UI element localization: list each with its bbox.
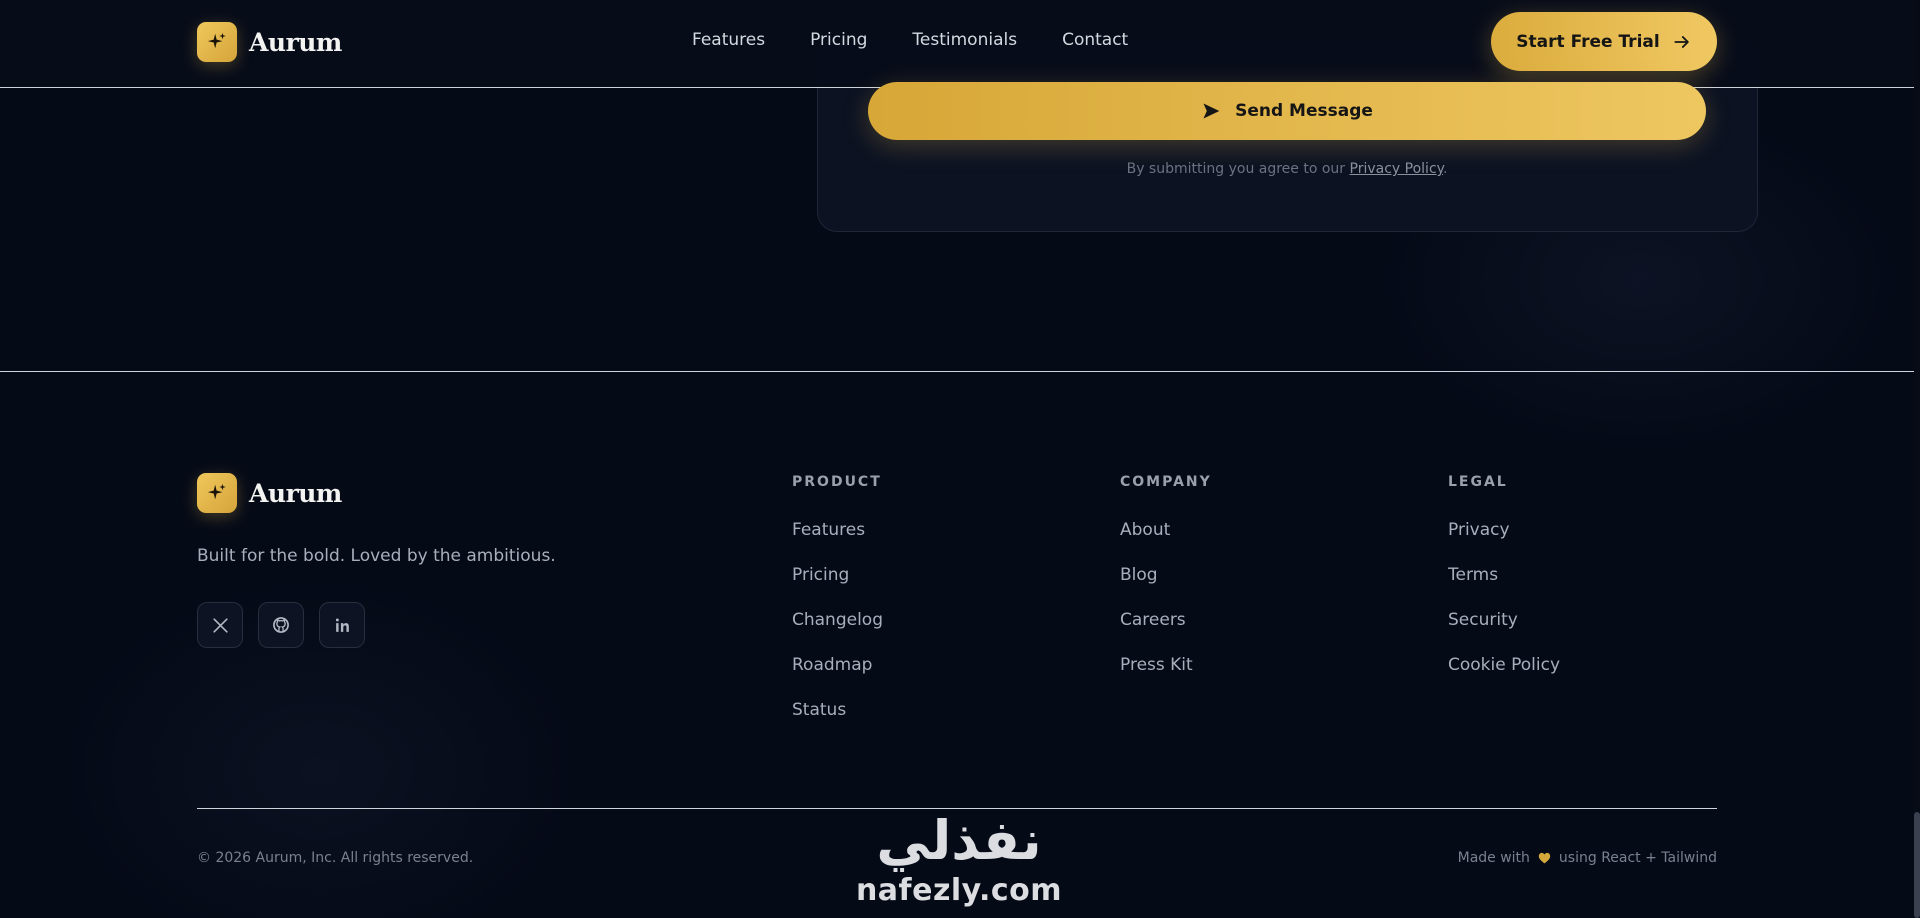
footer-link-terms[interactable]: Terms <box>1448 565 1560 610</box>
footer-column-legal: LEGAL Privacy Terms Security Cookie Poli… <box>1448 474 1560 700</box>
column-title: PRODUCT <box>792 474 882 490</box>
made-with-suffix: using React + Tailwind <box>1558 850 1717 866</box>
footer-link-about[interactable]: About <box>1120 520 1212 565</box>
nav-testimonials[interactable]: Testimonials <box>912 30 1017 50</box>
privacy-policy-link[interactable]: Privacy Policy <box>1350 161 1443 177</box>
section-divider <box>0 371 1914 372</box>
x-icon <box>212 617 228 633</box>
nafezly-watermark: نفذلي nafezly.com <box>852 808 1066 918</box>
footer-link-features[interactable]: Features <box>792 520 883 565</box>
social-links <box>197 602 365 648</box>
cta-label: Start Free Trial <box>1516 31 1660 52</box>
footer-link-blog[interactable]: Blog <box>1120 565 1212 610</box>
linkedin-social-button[interactable] <box>319 602 365 648</box>
site-header: Aurum Features Pricing Testimonials Cont… <box>0 0 1914 88</box>
linkedin-icon <box>335 618 349 632</box>
github-icon <box>273 617 289 633</box>
footer-link-status[interactable]: Status <box>792 700 883 745</box>
form-terms-note: By submitting you agree to our Privacy P… <box>868 161 1706 177</box>
footer-tagline: Built for the bold. Loved by the ambitio… <box>197 546 556 566</box>
footer-column-company: COMPANY About Blog Careers Press Kit <box>1120 474 1212 700</box>
footer-link-privacy[interactable]: Privacy <box>1448 520 1560 565</box>
nav-pricing[interactable]: Pricing <box>810 30 867 50</box>
footer-column-product: PRODUCT Features Pricing Changelog Roadm… <box>792 474 883 745</box>
send-icon <box>1203 103 1220 119</box>
sparkle-icon <box>197 22 237 62</box>
brand-name: Aurum <box>249 27 342 57</box>
arrow-right-icon <box>1674 35 1689 48</box>
scrollbar-thumb[interactable] <box>1914 812 1920 918</box>
column-title: LEGAL <box>1448 474 1508 490</box>
footer-link-careers[interactable]: Careers <box>1120 610 1212 655</box>
scrollbar-track[interactable] <box>1914 0 1920 918</box>
start-free-trial-button[interactable]: Start Free Trial <box>1491 12 1717 71</box>
terms-suffix: . <box>1442 161 1448 177</box>
watermark-arabic: نفذلي <box>876 809 1043 872</box>
nav-contact[interactable]: Contact <box>1062 30 1128 50</box>
heart-icon <box>1538 852 1551 864</box>
terms-prefix: By submitting you agree to our <box>1126 161 1350 177</box>
copyright-text: © 2026 Aurum, Inc. All rights reserved. <box>197 850 474 866</box>
footer-link-security[interactable]: Security <box>1448 610 1560 655</box>
footer-link-pricing[interactable]: Pricing <box>792 565 883 610</box>
watermark-latin: nafezly.com <box>855 873 1063 908</box>
x-social-button[interactable] <box>197 602 243 648</box>
footer-link-roadmap[interactable]: Roadmap <box>792 655 883 700</box>
brand-name: Aurum <box>249 478 342 508</box>
column-title: COMPANY <box>1120 474 1212 490</box>
footer-link-press-kit[interactable]: Press Kit <box>1120 655 1212 700</box>
made-with-note: Made with using React + Tailwind <box>1458 850 1717 866</box>
sparkle-icon <box>197 473 237 513</box>
footer-logo[interactable]: Aurum <box>197 473 342 513</box>
nav-features[interactable]: Features <box>692 30 765 50</box>
send-message-button[interactable]: Send Message <box>868 82 1706 140</box>
made-with-prefix: Made with <box>1457 850 1530 866</box>
send-message-label: Send Message <box>1235 101 1373 121</box>
footer-link-changelog[interactable]: Changelog <box>792 610 883 655</box>
github-social-button[interactable] <box>258 602 304 648</box>
main-nav: Features Pricing Testimonials Contact <box>692 30 1128 50</box>
header-logo[interactable]: Aurum <box>197 22 342 62</box>
footer-link-cookie-policy[interactable]: Cookie Policy <box>1448 655 1560 700</box>
